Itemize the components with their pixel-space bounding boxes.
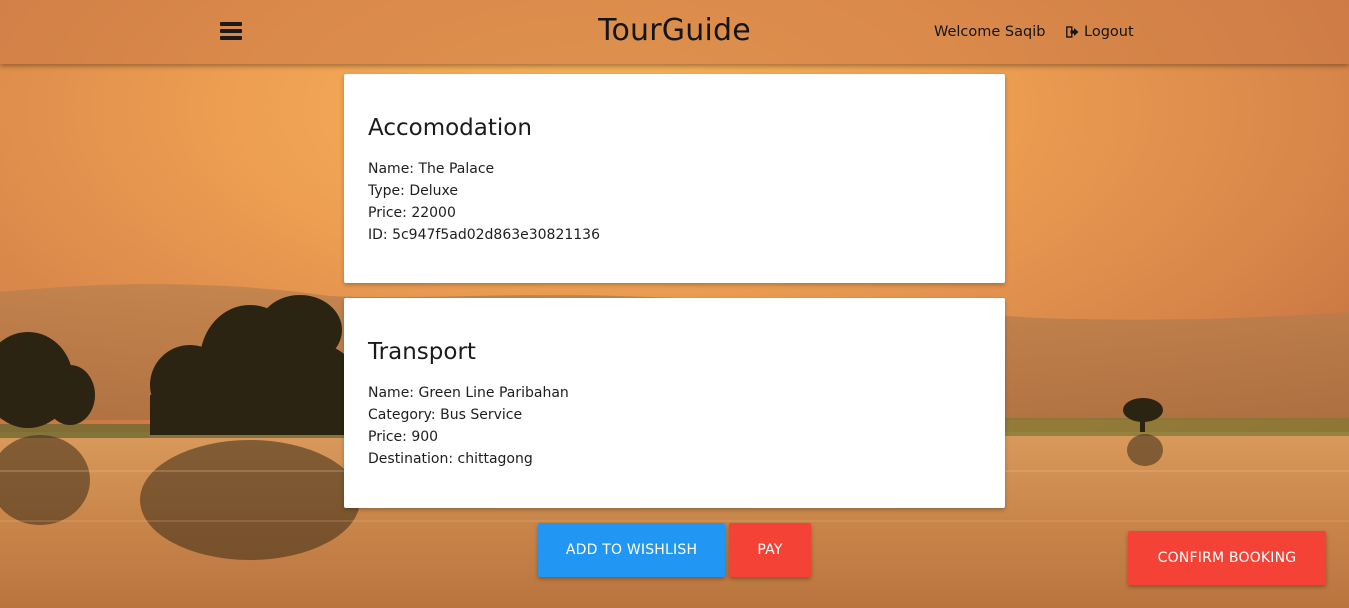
menu-bar-line xyxy=(220,29,242,33)
hamburger-menu-icon[interactable] xyxy=(220,21,242,41)
welcome-user-text: Welcome Saqib xyxy=(934,24,1046,40)
transport-category: Category: Bus Service xyxy=(368,407,523,423)
accommodation-name: Name: The Palace xyxy=(368,161,495,177)
brand-logo-link[interactable]: TourGuide xyxy=(598,13,751,48)
transport-details: Name: Green Line Paribahan Category: Bus… xyxy=(368,382,569,470)
transport-title: Transport xyxy=(368,339,476,365)
accommodation-details: Name: The Palace Type: Deluxe Price: 220… xyxy=(368,158,600,246)
menu-bar-line xyxy=(220,36,242,40)
transport-price: Price: 900 xyxy=(368,429,439,445)
brand-area: TourGuide xyxy=(0,13,1349,48)
accommodation-id: ID: 5c947f5ad02d863e30821136 xyxy=(368,227,600,243)
accommodation-card: Accomodation Name: The Palace Type: Delu… xyxy=(344,74,1005,283)
transport-card: Transport Name: Green Line Paribahan Cat… xyxy=(344,298,1005,508)
accommodation-title: Accomodation xyxy=(368,115,532,141)
logout-label: Logout xyxy=(1084,24,1134,40)
logout-icon xyxy=(1066,26,1079,38)
menu-bar-line xyxy=(220,22,242,26)
accommodation-price: Price: 22000 xyxy=(368,205,456,221)
confirm-booking-button[interactable]: CONFIRM BOOKING xyxy=(1128,531,1326,585)
transport-name: Name: Green Line Paribahan xyxy=(368,385,569,401)
logout-link[interactable]: Logout xyxy=(1066,24,1134,40)
add-to-wishlist-button[interactable]: ADD TO WISHLISH xyxy=(538,523,725,577)
accommodation-type: Type: Deluxe xyxy=(368,183,458,199)
pay-button[interactable]: PAY xyxy=(729,523,811,577)
top-navbar: TourGuide Welcome Saqib Logout xyxy=(0,0,1349,64)
transport-destination: Destination: chittagong xyxy=(368,451,533,467)
